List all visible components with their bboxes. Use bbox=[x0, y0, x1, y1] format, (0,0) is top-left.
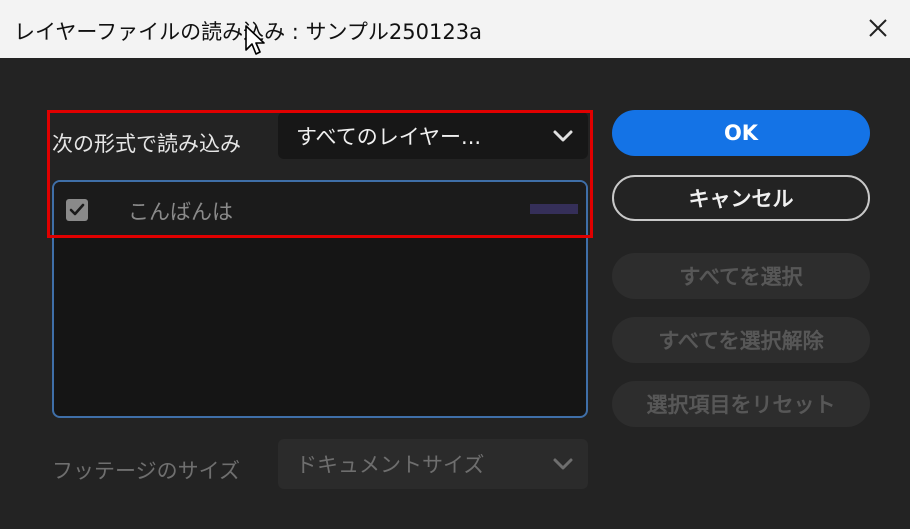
footage-size-dropdown[interactable]: ドキュメントサイズ bbox=[278, 439, 588, 489]
reset-selection-button[interactable]: 選択項目をリセット bbox=[612, 381, 870, 427]
chevron-down-icon bbox=[553, 458, 573, 470]
ok-button[interactable]: OK bbox=[612, 110, 870, 156]
footage-size-label: フッテージのサイズ bbox=[52, 459, 240, 483]
mouse-pointer-icon bbox=[245, 25, 265, 55]
annotation-highlight-box bbox=[47, 110, 593, 238]
title-bar: レイヤーファイルの読み込み : サンプル250123a bbox=[0, 0, 910, 58]
footage-size-value: ドキュメントサイズ bbox=[296, 453, 485, 477]
close-icon[interactable] bbox=[860, 10, 896, 46]
deselect-all-button[interactable]: すべてを選択解除 bbox=[612, 317, 870, 363]
select-all-button[interactable]: すべてを選択 bbox=[612, 253, 870, 299]
cancel-button[interactable]: キャンセル bbox=[612, 175, 870, 221]
